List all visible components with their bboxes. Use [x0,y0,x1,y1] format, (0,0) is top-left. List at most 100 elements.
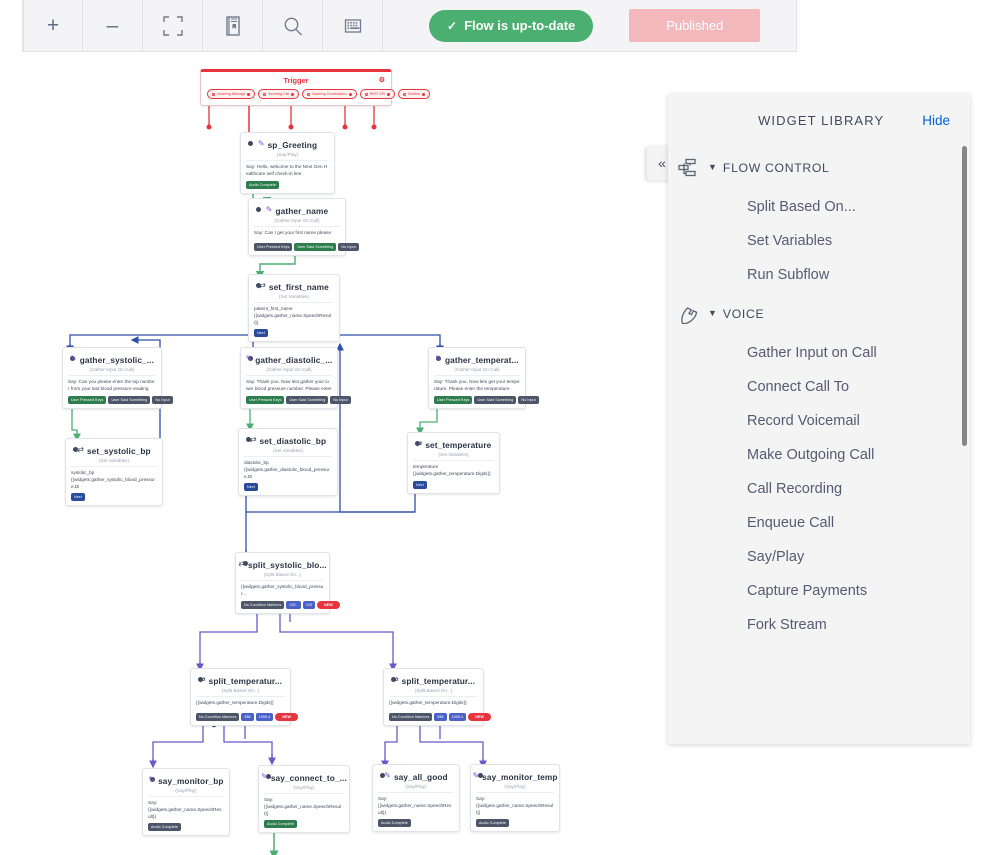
node-port[interactable]: User Said Something [286,395,329,404]
node-port[interactable]: No Input [152,395,173,404]
node-subtitle: (Split Based On...) [263,572,302,577]
node-port[interactable]: 986 [241,713,254,721]
flow-node-gather-systolic[interactable]: ✎ gather_systolic_... (Gather Input On Cal… [62,347,173,409]
widget-group-header-voice[interactable]: ▼ VOICE [668,292,970,336]
node-port[interactable]: NEW [317,600,340,609]
trigger-pill[interactable]: Incoming Conversation [302,89,357,99]
flow-node-say-monitor-bp[interactable]: ✎ say_monitor_bp (Say/Play) Say: {{widgets.… [142,768,230,837]
zoom-out-button[interactable]: – [83,0,143,52]
node-port[interactable]: No Input [518,395,539,404]
flow-node-sp-greeting[interactable]: ✎ sp_Greeting (Say/Play) Say: Hello, welcom… [240,132,335,194]
node-port[interactable]: No Condition Matches [241,600,285,609]
node-port[interactable]: Audio Complete [264,820,297,829]
node-port[interactable]: Audio Complete [476,819,509,828]
node-port[interactable]: User Said Something [474,395,517,404]
widget-group-header-flow-control[interactable]: ▼ FLOW CONTROL [668,146,970,190]
publish-button[interactable]: Published [629,9,761,42]
node-port[interactable]: Audio Complete [148,823,181,832]
widget-library-scrollbar[interactable] [962,146,967,446]
node-title: split_systolic_blo... [248,559,327,570]
node-port[interactable]: Audio Complete [378,819,411,828]
widget-item-split-based-on[interactable]: Split Based On... [668,190,970,224]
widget-item-record-voicemail[interactable]: Record Voicemail [668,404,970,438]
node-port[interactable]: User Said Something [294,243,337,251]
node-port[interactable]: 986 [434,713,447,721]
node-subtitle: (Gather Input On Call) [454,367,500,372]
flow-node-set-systolic-bp[interactable]: ⇄ set_systolic_bp (Set Variables) systolic_… [65,438,163,507]
widget-item-enqueue-call[interactable]: Enqueue Call [668,506,970,540]
flow-node-gather-temperature[interactable]: ✎ gather_temperat... (Gather Input On Call… [428,347,539,409]
grid-button[interactable] [323,0,383,52]
flow-node-set-temperature[interactable]: ⇄ set_temperature (Set Variables) temperatu… [407,432,500,494]
node-port[interactable]: No Condition Matches [389,713,433,721]
widget-item-capture-payments[interactable]: Capture Payments [668,574,970,608]
widget-item-make-outgoing-call[interactable]: Make Outgoing Call [668,438,970,472]
node-port[interactable]: User Pressed Keys [246,395,285,404]
trigger-pill[interactable]: Incoming Call [258,89,300,99]
widget-library-title: WIDGET LIBRARY [758,112,885,128]
node-body-text: Say: {{widgets.gather_name.SpeechResult}… [476,792,554,816]
zoom-in-button[interactable]: + [23,0,83,52]
node-port[interactable]: 120 [302,600,316,609]
flow-node-split-systolic[interactable]: ⇄ split_systolic_blo... (Split Based On...… [235,552,340,614]
node-port[interactable]: User Pressed Keys [68,395,107,404]
trigger-pill[interactable]: REST API [359,89,395,99]
node-port[interactable]: User Said Something [108,395,151,404]
hide-library-link[interactable]: Hide [922,113,950,128]
flow-node-gather-name[interactable]: ✎ gather_name (Gather Input On Call) Say: C… [248,198,359,256]
node-port[interactable]: No Input [330,395,351,404]
node-handle-dot[interactable] [256,207,261,212]
node-port[interactable]: 120.. [286,600,301,609]
widget-item-fork-stream[interactable]: Fork Stream [668,608,970,642]
flow-node-say-monitor-temp[interactable]: ✎ say_monitor_temp (Say/Play) Say: {{widget… [470,764,560,833]
widget-item-call-recording[interactable]: Call Recording [668,472,970,506]
node-port-row: No Condition Matches 986 1005.4 NEW [389,713,491,721]
widget-library-list[interactable]: ▼ FLOW CONTROL Split Based On... Set Variab… [668,146,970,744]
trigger-node[interactable]: Trigger ⚙ Incoming Message Incoming Call I… [200,69,430,106]
flow-node-say-connect-to[interactable]: ✎ say_connect_to_... (Say/Play) Say: {{widg… [258,765,350,834]
widget-item-set-variables[interactable]: Set Variables [668,224,970,258]
node-port[interactable]: User Pressed Keys [254,243,293,251]
node-port[interactable]: Audio Complete [246,180,279,189]
node-port[interactable]: NEW [468,713,491,721]
widget-item-gather-input-on-call[interactable]: Gather Input on Call [668,336,970,370]
library-toggle-button[interactable] [203,0,263,52]
node-port[interactable]: Next [244,483,258,492]
chevron-down-icon[interactable]: ▼ [708,162,717,172]
node-port[interactable]: No Input [338,243,359,251]
node-title: sp_Greeting [267,139,318,150]
node-body-text: Say: Can you please enter the top number… [68,375,156,393]
node-port[interactable]: Next [71,493,85,502]
node-port-row: Next [413,480,494,489]
node-port-row: Audio Complete [378,819,454,828]
flow-node-split-temperature-right[interactable]: ⇄ split_temperatur... (Split Based On...){… [383,668,491,726]
flow-node-gather-diastolic[interactable]: ✎ gather_diastolic_... (Gather Input On Ca… [240,347,351,409]
node-port[interactable]: NEW [275,713,298,721]
flow-node-say-all-good[interactable]: ✎ say_all_good (Say/Play) Say: {{widgets.ga… [372,764,460,833]
gear-icon[interactable]: ⚙ [379,76,385,84]
widget-item-say-play[interactable]: Say/Play [668,540,970,574]
widget-item-connect-call-to[interactable]: Connect Call To [668,370,970,404]
search-button[interactable] [263,0,323,52]
node-port[interactable]: No Condition Matches [196,713,240,721]
node-port[interactable]: 1005.4 [448,713,467,721]
set-variables-icon: ⇄ [249,435,257,444]
trigger-pill-label: REST API [369,92,385,96]
node-port[interactable]: Next [254,329,268,338]
node-body-text: temperature {{widgets.gather_temperature… [413,460,494,478]
flow-node-set-diastolic-bp[interactable]: ⇄ set_diastolic_bp (Set Variables) diastoli… [238,428,338,497]
split-icon: ⇄ [198,675,206,684]
widget-item-run-subflow[interactable]: Run Subflow [668,258,970,292]
flow-node-split-temperature-left[interactable]: ⇄ split_temperatur... (Split Based On...){… [190,668,298,726]
chevron-down-icon[interactable]: ▼ [708,308,717,318]
node-port[interactable]: 1005.4 [255,713,274,721]
trigger-pill[interactable]: Subflow [397,89,430,99]
node-handle-dot[interactable] [248,141,253,146]
flow-status-badge[interactable]: ✓ Flow is up-to-date [429,9,594,42]
node-port-row: Audio Complete [246,180,329,189]
flow-node-set-first-name[interactable]: ⇄ set_first_name (Set Variables) patient_fi… [248,274,340,343]
trigger-pill[interactable]: Incoming Message [207,89,256,99]
node-port[interactable]: User Pressed Keys [434,395,473,404]
node-port[interactable]: Next [413,480,427,489]
fit-to-screen-button[interactable] [143,0,203,52]
